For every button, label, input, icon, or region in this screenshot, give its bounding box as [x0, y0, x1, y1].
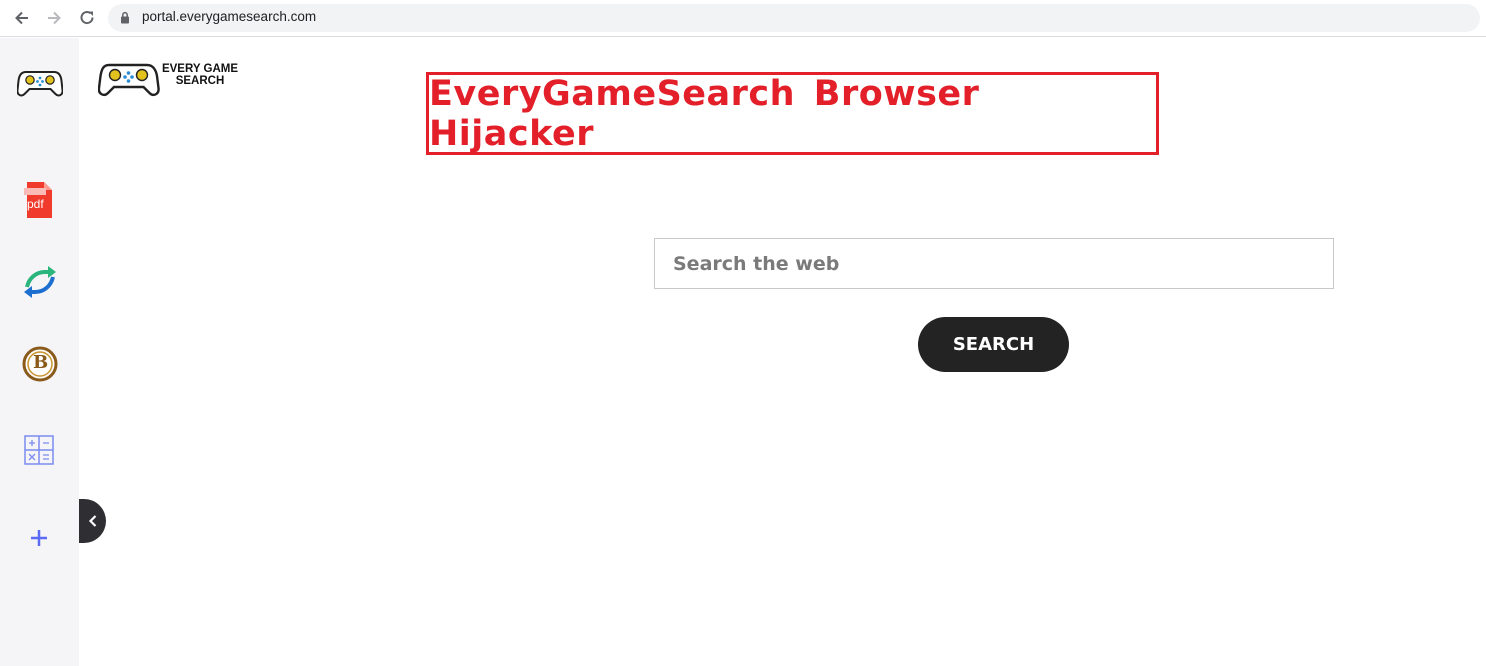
arrow-right-icon [48, 11, 61, 25]
forward-button[interactable] [42, 6, 66, 30]
sidebar: pdf B [0, 38, 79, 666]
search-button[interactable]: SEARCH [918, 317, 1069, 372]
gamepad-icon [17, 71, 63, 97]
arrow-left-icon [15, 11, 28, 25]
reload-icon [80, 11, 94, 25]
gamepad-logo-icon [98, 63, 160, 96]
url-text: portal.everygamesearch.com [142, 9, 317, 24]
logo-text-line2: SEARCH [175, 75, 225, 87]
headline-banner: EveryGameSearch Browser Hijacker [426, 72, 1159, 155]
back-button[interactable] [10, 6, 34, 30]
logo-text-line1: EVERY GAME [161, 63, 239, 75]
lock-icon [121, 11, 129, 24]
search-input[interactable] [654, 238, 1334, 289]
sidebar-add-button[interactable] [26, 525, 52, 551]
converter-arrows-icon [24, 266, 56, 298]
chevron-left-icon [88, 515, 96, 527]
browser-toolbar: portal.everygamesearch.com [0, 0, 1486, 37]
bitcoin-label: B [33, 352, 49, 373]
sidebar-item-calculator[interactable] [21, 432, 57, 468]
logo-text: EVERY GAME SEARCH [157, 63, 243, 87]
site-logo[interactable]: EVERY GAME SEARCH [98, 60, 248, 100]
sidebar-item-pdf[interactable]: pdf [20, 180, 58, 220]
reload-button[interactable] [75, 6, 99, 30]
calculator-icon [24, 435, 54, 465]
headline-text: EveryGameSearch Browser Hijacker [429, 73, 980, 154]
sidebar-collapse-button[interactable] [79, 499, 106, 543]
pdf-label: pdf [27, 197, 44, 211]
plus-icon [31, 530, 47, 546]
address-bar[interactable]: portal.everygamesearch.com [108, 4, 1480, 32]
sidebar-item-converter[interactable] [20, 262, 60, 302]
sidebar-item-games[interactable] [16, 64, 64, 102]
sidebar-item-bitcoin[interactable]: B [20, 344, 60, 384]
